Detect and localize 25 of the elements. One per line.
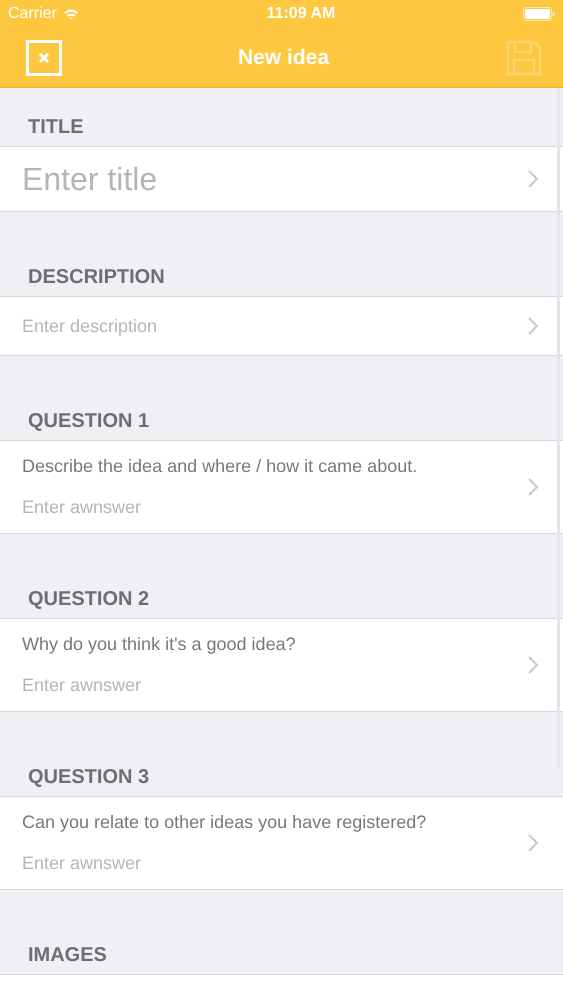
title-field[interactable]: Enter title — [0, 147, 563, 212]
chevron-icon — [527, 833, 539, 853]
close-button[interactable] — [26, 40, 62, 76]
section-header: QUESTION 3 — [28, 766, 150, 789]
section-header: DESCRIPTION — [28, 266, 165, 289]
answer-field[interactable]: Enter awnswer — [22, 497, 418, 518]
section-header: IMAGES — [28, 944, 107, 967]
question-text: Describe the idea and where / how it came about. — [22, 456, 418, 477]
answer-field[interactable]: Enter awnswer — [22, 675, 296, 696]
carrier-label: Carrier — [8, 5, 57, 23]
question-text: Why do you think it's a good idea? — [22, 634, 296, 655]
wifi-icon — [62, 8, 79, 20]
chevron-icon — [527, 655, 539, 675]
screen-title: New idea — [238, 46, 330, 70]
clock-time: 11:09 AM — [266, 5, 336, 23]
chevron-icon — [527, 169, 539, 189]
chevron-icon — [527, 316, 539, 336]
question-text: Can you relate to other ideas you have registered? — [22, 812, 426, 833]
section-header: QUESTION 2 — [28, 588, 150, 611]
section-header: TITLE — [28, 116, 84, 139]
description-field[interactable]: Enter description — [0, 297, 563, 356]
chevron-icon — [527, 477, 539, 497]
battery-icon — [522, 7, 555, 21]
section-header: QUESTION 1 — [28, 410, 150, 433]
answer-field[interactable]: Enter awnswer — [22, 853, 426, 874]
